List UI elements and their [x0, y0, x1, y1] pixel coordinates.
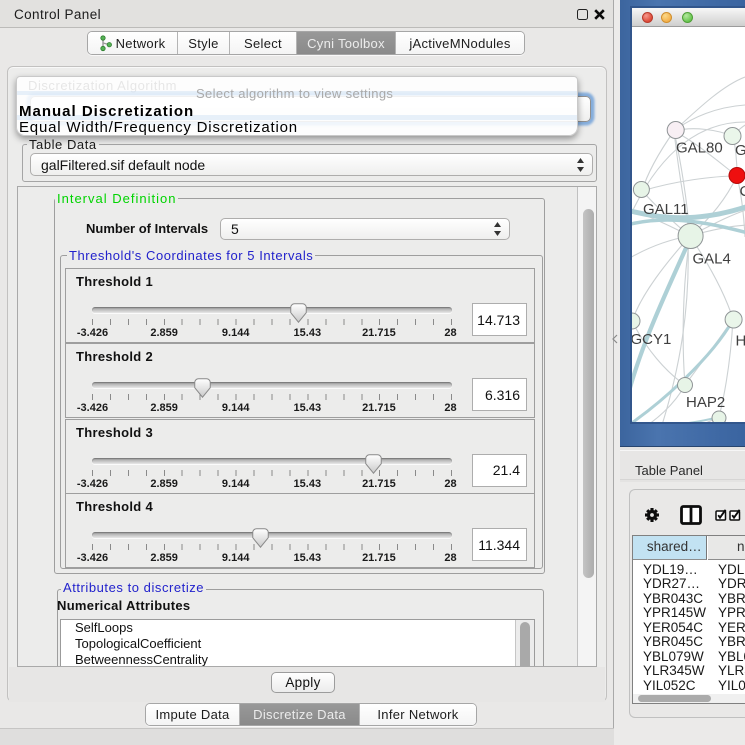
svg-text:GAL11: GAL11: [643, 201, 689, 218]
svg-text:GAL80: GAL80: [676, 140, 723, 157]
svg-text:GAL4: GAL4: [693, 251, 731, 268]
svg-text:C: C: [740, 183, 745, 200]
svg-text:H: H: [736, 333, 745, 350]
svg-text:GA: GA: [735, 142, 745, 159]
svg-text:GCY1: GCY1: [632, 331, 671, 348]
svg-text:HAP2: HAP2: [686, 394, 725, 411]
